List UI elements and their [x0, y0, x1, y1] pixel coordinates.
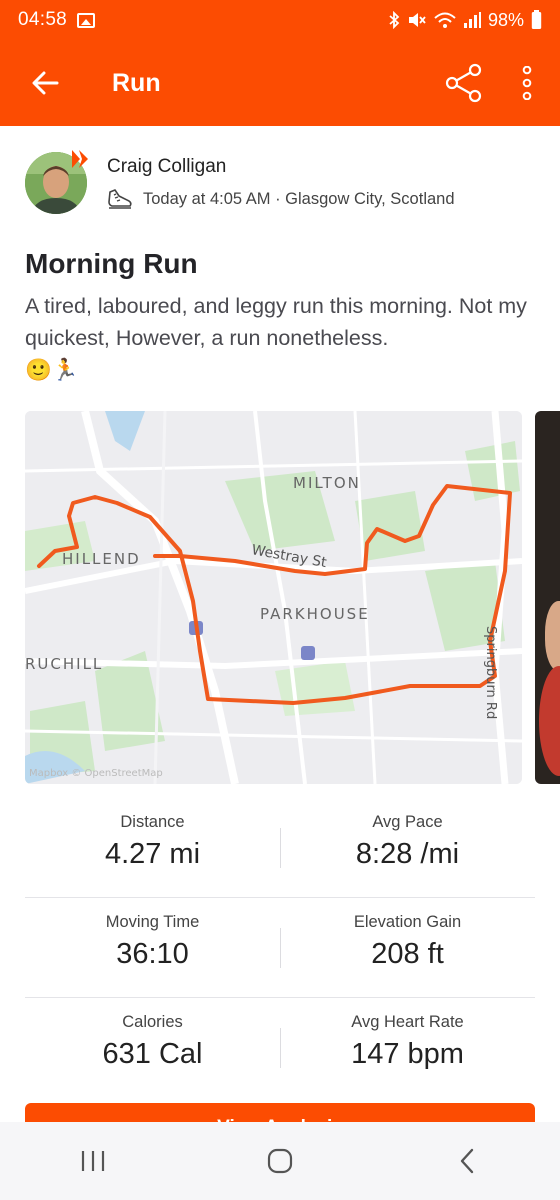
photo-carousel-peek[interactable]	[535, 411, 560, 784]
share-icon	[445, 63, 482, 103]
status-icons: 98%	[388, 10, 542, 31]
stat-value: 208 ft	[371, 938, 444, 970]
stat-calories: Calories 631 Cal	[25, 998, 280, 1098]
mute-icon	[408, 13, 426, 27]
stat-value: 4.27 mi	[104, 838, 201, 870]
map-label-hillend: HILLEND	[62, 550, 141, 568]
stat-avg-pace: Avg Pace 8:28 /mi	[280, 798, 535, 897]
activity-description: A tired, laboured, and leggy run this mo…	[25, 290, 535, 386]
stats-divider	[280, 928, 281, 968]
stat-label: Distance	[120, 813, 185, 831]
activity-timestamp: Today at 4:05 AM · Glasgow City, Scotlan…	[143, 189, 455, 208]
stat-value: 36:10	[116, 938, 189, 970]
stat-distance: Distance 4.27 mi	[25, 798, 280, 897]
wifi-icon	[434, 12, 456, 28]
stat-avg-heart-rate: Avg Heart Rate 147 bpm	[280, 998, 535, 1098]
status-bar: 04:58 98%	[0, 0, 560, 40]
stats-divider	[280, 1028, 281, 1068]
stats-divider	[280, 828, 281, 868]
athlete-name[interactable]: Craig Colligan	[107, 156, 455, 178]
stat-label: Avg Heart Rate	[351, 1013, 464, 1031]
home-button[interactable]	[220, 1122, 340, 1200]
stat-elevation-gain: Elevation Gain 208 ft	[280, 898, 535, 997]
app-bar: Run	[0, 40, 560, 126]
recents-button[interactable]	[33, 1122, 153, 1200]
home-icon	[267, 1148, 293, 1174]
back-button[interactable]	[0, 40, 90, 126]
back-icon	[460, 1148, 473, 1174]
stat-value: 8:28 /mi	[355, 838, 460, 870]
route-map[interactable]: MILTON HILLEND Westray St PARKHOUSE RUCH…	[25, 411, 522, 784]
more-vert-icon	[522, 66, 532, 100]
map-label-ruchill: RUCHILL	[25, 655, 103, 673]
description-emoji: 🙂🏃	[25, 358, 79, 382]
share-button[interactable]	[434, 40, 494, 126]
route-map-svg: MILTON HILLEND Westray St PARKHOUSE RUCH…	[25, 411, 522, 784]
battery-icon	[531, 10, 542, 29]
stats-row: Calories 631 Cal Avg Heart Rate 147 bpm	[25, 998, 535, 1098]
stats-row: Moving Time 36:10 Elevation Gain 208 ft	[25, 898, 535, 998]
stat-moving-time: Moving Time 36:10	[25, 898, 280, 997]
map-label-springburn: Springburn Rd	[483, 626, 498, 719]
stat-label: Calories	[122, 1013, 183, 1031]
gallery-icon	[77, 12, 96, 28]
stat-label: Avg Pace	[372, 813, 443, 831]
system-back-button[interactable]	[407, 1122, 527, 1200]
stat-value: 147 bpm	[351, 1038, 464, 1070]
stat-label: Elevation Gain	[353, 913, 462, 931]
more-options-button[interactable]	[494, 40, 560, 126]
stats-row: Distance 4.27 mi Avg Pace 8:28 /mi	[25, 798, 535, 898]
map-label-milton: MILTON	[293, 474, 361, 492]
description-text: A tired, laboured, and leggy run this mo…	[25, 294, 527, 350]
map-label-parkhouse: PARKHOUSE	[260, 605, 370, 623]
stat-value: 631 Cal	[102, 1038, 203, 1070]
stats-grid: Distance 4.27 mi Avg Pace 8:28 /mi Movin…	[25, 798, 535, 1098]
signal-icon	[463, 12, 481, 28]
system-nav-bar	[0, 1122, 560, 1200]
strava-badge-icon	[72, 150, 88, 168]
activity-title: Morning Run	[25, 248, 198, 279]
status-time: 04:58	[18, 9, 68, 30]
back-arrow-icon	[32, 71, 59, 95]
page-title: Run	[112, 68, 161, 97]
bluetooth-icon	[389, 11, 400, 29]
recents-icon	[82, 1151, 105, 1171]
stat-label: Moving Time	[105, 913, 200, 931]
battery-percent: 98%	[487, 9, 524, 30]
map-attribution: Mapbox © OpenStreetMap	[29, 768, 163, 779]
shoe-icon	[108, 189, 132, 209]
